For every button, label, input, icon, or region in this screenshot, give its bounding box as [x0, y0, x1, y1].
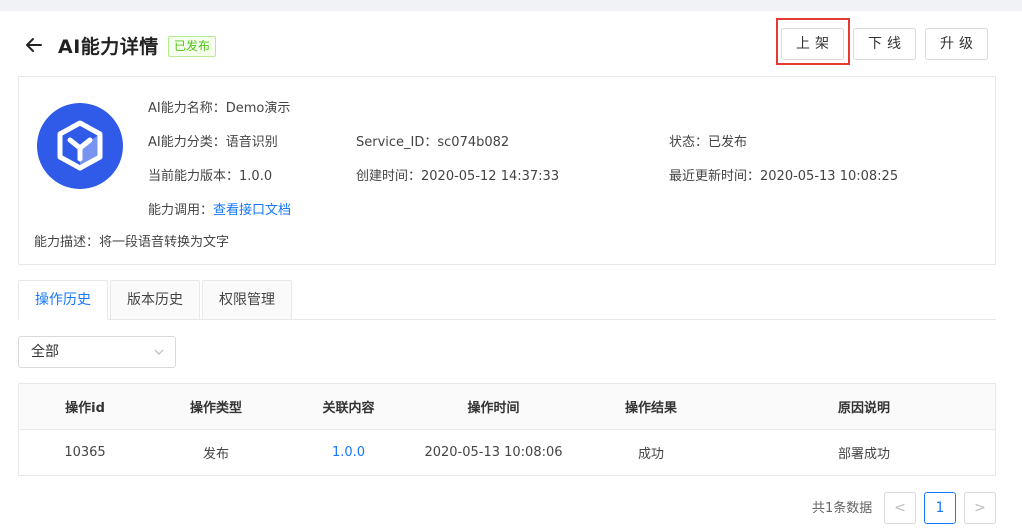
cube-icon	[57, 120, 103, 171]
column-header: 操作类型	[189, 401, 242, 416]
column-header: 原因说明	[837, 401, 890, 416]
created-time-value: 2020-05-12 14:37:33	[421, 169, 560, 184]
service-id-label: Service_ID：	[356, 135, 438, 150]
ability-name-row: AI能力名称：Demo演示	[148, 97, 290, 116]
created-time-row: 创建时间：2020-05-12 14:37:33	[356, 165, 559, 184]
reason-cell: 部署成功	[837, 447, 890, 462]
description-label: 能力描述：	[34, 235, 100, 250]
page-number-button[interactable]: 1	[924, 492, 956, 524]
table-row: 10365 发布 1.0.0 2020-05-13 10:08:06 成功 部署…	[19, 430, 995, 475]
operation-history-table: 操作id 操作类型 关联内容 操作时间 操作结果 原因说明 10365 发布 1…	[18, 383, 996, 476]
api-call-row: 能力调用：查看接口文档	[148, 199, 291, 218]
ability-logo	[37, 103, 123, 189]
operation-id-cell: 10365	[64, 445, 106, 460]
prev-page-button[interactable]: <	[884, 492, 916, 524]
tab-operation-history[interactable]: 操作历史	[18, 280, 108, 320]
created-time-label: 创建时间：	[356, 169, 422, 184]
page-title: AI能力详情	[58, 36, 159, 58]
filter-selected-value: 全部	[31, 344, 59, 360]
table-header: 操作id 操作类型 关联内容 操作时间 操作结果 原因说明	[19, 384, 995, 430]
api-doc-link[interactable]: 查看接口文档	[213, 203, 291, 218]
back-arrow-icon[interactable]	[24, 35, 44, 55]
chevron-left-icon: <	[894, 500, 906, 516]
updated-time-value: 2020-05-13 10:08:25	[760, 169, 899, 184]
status-badge: 已发布	[168, 36, 217, 57]
state-row: 状态：已发布	[669, 131, 747, 150]
offline-button[interactable]: 下线	[853, 28, 916, 60]
upgrade-button[interactable]: 升级	[925, 28, 988, 60]
updated-time-row: 最近更新时间：2020-05-13 10:08:25	[669, 165, 898, 184]
ability-category-value: 语音识别	[225, 135, 278, 150]
version-value: 1.0.0	[239, 169, 273, 184]
column-header: 操作id	[65, 401, 105, 416]
operation-type-cell: 发布	[202, 447, 229, 462]
ability-name-value: Demo演示	[225, 101, 291, 116]
detail-card: AI能力详情 已发布 上架 下线 升级 AI能力名称：Demo演示 AI能力分类…	[0, 11, 1022, 532]
chevron-right-icon: >	[974, 500, 986, 516]
ability-category-label: AI能力分类：	[148, 135, 226, 150]
updated-time-label: 最近更新时间：	[669, 169, 761, 184]
chevron-down-icon	[154, 349, 164, 355]
tab-permission-management[interactable]: 权限管理	[202, 280, 292, 320]
description-row: 能力描述：将一段语音转换为文字	[34, 231, 229, 250]
shelve-button[interactable]: 上架	[781, 28, 844, 60]
service-id-row: Service_ID：sc074b082	[356, 131, 509, 150]
column-header: 操作时间	[467, 401, 520, 416]
description-value: 将一段语音转换为文字	[99, 235, 230, 250]
ability-info-panel: AI能力名称：Demo演示 AI能力分类：语音识别 Service_ID：sc0…	[18, 76, 996, 265]
tab-bar: 操作历史 版本历史 权限管理	[18, 280, 996, 320]
ability-name-label: AI能力名称：	[148, 101, 226, 116]
filter-select[interactable]: 全部	[18, 336, 176, 368]
service-id-value: sc074b082	[437, 135, 510, 150]
column-header: 操作结果	[624, 401, 677, 416]
ability-category-row: AI能力分类：语音识别	[148, 131, 278, 150]
version-label: 当前能力版本：	[148, 169, 240, 184]
state-value: 已发布	[708, 135, 748, 150]
api-call-label: 能力调用：	[148, 203, 214, 218]
related-content-link[interactable]: 1.0.0	[281, 430, 416, 475]
version-row: 当前能力版本：1.0.0	[148, 165, 272, 184]
column-header: 关联内容	[322, 401, 375, 416]
pagination-total: 共1条数据	[812, 501, 873, 516]
tab-version-history[interactable]: 版本历史	[110, 280, 200, 320]
operation-result-cell: 成功	[637, 447, 664, 462]
operation-time-cell: 2020-05-13 10:08:06	[424, 445, 563, 460]
state-label: 状态：	[669, 135, 709, 150]
next-page-button[interactable]: >	[964, 492, 996, 524]
page-header: AI能力详情 已发布 上架 下线 升级	[0, 11, 1022, 77]
